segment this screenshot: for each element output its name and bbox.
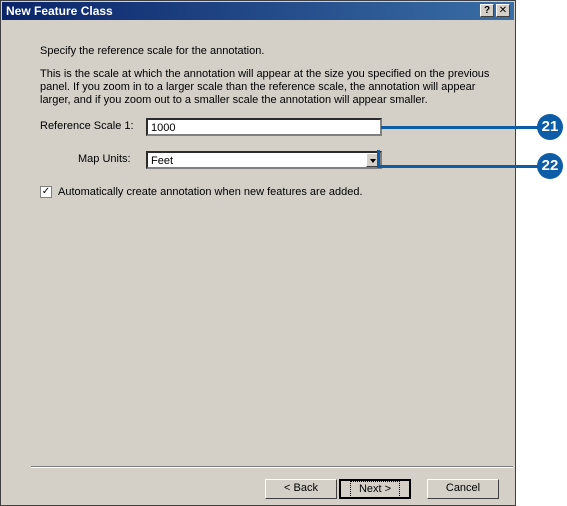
reference-scale-label: Reference Scale 1:: [40, 120, 134, 132]
new-feature-class-dialog: New Feature Class ? ✕ Specify the refere…: [0, 0, 516, 506]
auto-create-annotation-checkbox[interactable]: ✓: [40, 186, 52, 198]
dialog-title: New Feature Class: [6, 4, 113, 18]
next-button[interactable]: Next >: [339, 479, 411, 499]
back-button[interactable]: < Back: [265, 479, 337, 499]
reference-scale-input[interactable]: 1000: [146, 118, 382, 136]
map-units-select[interactable]: Feet: [146, 151, 382, 169]
map-units-label: Map Units:: [78, 153, 131, 165]
callout-21-badge: 21: [537, 114, 563, 140]
help-button[interactable]: ?: [480, 4, 494, 17]
next-button-label: Next >: [349, 481, 401, 498]
callout-21-line: [381, 126, 543, 129]
map-units-value: Feet: [151, 155, 174, 167]
footer-separator: [31, 466, 513, 468]
auto-create-annotation-label: Automatically create annotation when new…: [58, 186, 363, 198]
title-bar[interactable]: New Feature Class ? ✕: [2, 2, 514, 20]
close-button[interactable]: ✕: [496, 4, 510, 17]
callout-22-badge: 22: [537, 153, 563, 179]
cancel-button[interactable]: Cancel: [427, 479, 499, 499]
description-text: This is the scale at which the annotatio…: [40, 68, 490, 106]
callout-22-line-horizontal: [377, 165, 543, 168]
intro-text: Specify the reference scale for the anno…: [40, 45, 265, 57]
